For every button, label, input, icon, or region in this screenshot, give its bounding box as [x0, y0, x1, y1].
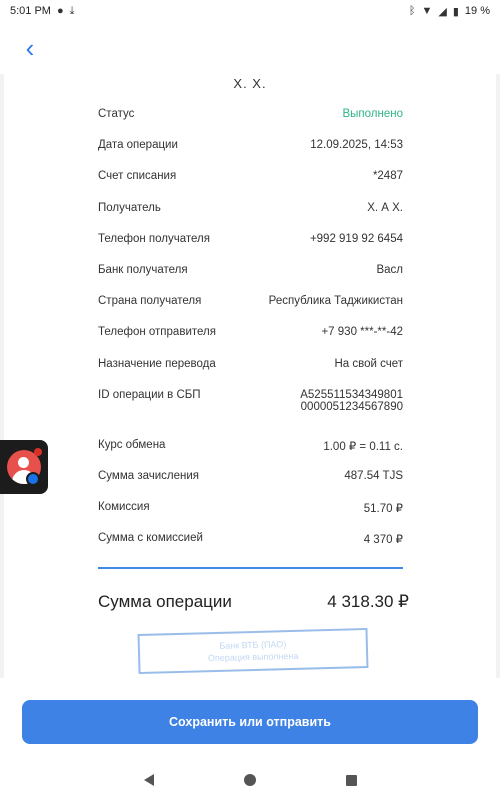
chat-badge-icon — [26, 472, 40, 486]
detail-value: 51.70 ₽ — [363, 503, 403, 516]
detail-label: Получатель — [98, 201, 161, 214]
detail-value: 487.54 TJS — [344, 469, 403, 482]
detail-row-credited-amount: Сумма зачисления 487.54 TJS — [98, 470, 403, 501]
sbp-id-value: A525511534349801 0000051234567890 — [300, 389, 403, 413]
detail-label: Дата операции — [98, 139, 178, 152]
detail-label: Курс обмена — [98, 438, 166, 451]
detail-label: Статус — [98, 108, 135, 120]
person-head-shape — [18, 457, 29, 468]
detail-row-amount-with-fee: Сумма с комиссией 4 370 ₽ — [98, 532, 403, 563]
status-time: 5:01 PM — [10, 5, 51, 17]
nav-recents-icon[interactable] — [345, 774, 357, 786]
status-value: Выполнено — [342, 108, 403, 120]
bluetooth-icon: ᛒ — [408, 5, 416, 17]
nav-back-icon[interactable] — [143, 774, 154, 786]
sender-name: Х. Х. — [233, 76, 267, 91]
detail-row-sender-phone: Телефон отправителя +7 930 ***-**-42 — [98, 326, 403, 357]
total-amount: 4 318.30 ₽ — [327, 592, 409, 611]
notification-dot-icon — [34, 448, 42, 456]
detail-row-date: Дата операции 12.09.2025, 14:53 — [98, 139, 403, 170]
save-or-send-button[interactable]: Сохранить или отправить — [22, 700, 478, 744]
download-icon: ⤓ — [69, 4, 75, 17]
detail-row-status: Статус Выполнено — [98, 108, 403, 139]
detail-value: На свой счет — [334, 357, 403, 370]
detail-value: *2487 — [372, 170, 403, 183]
battery-level: 19 % — [464, 5, 490, 17]
status-left: 5:01 PM ● ⤓ — [10, 5, 75, 18]
wifi-icon: ▼ — [421, 5, 433, 17]
detail-row-recipient-country: Страна получателя Республика Таджикистан — [98, 295, 403, 326]
receipt-details: Статус Выполнено Дата операции 12.09.202… — [98, 108, 403, 563]
detail-label: ID операции в СБП — [98, 388, 201, 401]
system-navigation-bar — [0, 760, 500, 800]
signal-icon: ◢ — [438, 5, 447, 18]
detail-label: Комиссия — [98, 501, 150, 514]
total-separator — [98, 567, 403, 569]
status-bar: 5:01 PM ● ⤓ ᛒ ▼ ◢ ▮ 19 % — [0, 0, 500, 22]
detail-row-account: Счет списания *2487 — [98, 170, 403, 201]
detail-label: Сумма с комиссией — [98, 532, 203, 545]
detail-label: Страна получателя — [98, 295, 202, 308]
detail-row-exchange-rate: Курс обмена 1.00 ₽ = 0.11 с. — [98, 439, 403, 470]
detail-label: Счет списания — [98, 170, 177, 183]
detail-value: +992 919 92 6454 — [309, 232, 403, 245]
sbp-id-line-2: 0000051234567890 — [300, 400, 403, 413]
top-app-bar: ‹ — [0, 22, 500, 74]
detail-row-sbp-id: ID операции в СБП A525511534349801 00000… — [98, 389, 403, 439]
nav-home-icon[interactable] — [243, 774, 256, 786]
detail-row-fee: Комиссия 51.70 ₽ — [98, 501, 403, 532]
detail-value: Х. А Х. — [367, 201, 403, 214]
detail-label: Телефон получателя — [98, 232, 210, 245]
detail-value: 4 370 ₽ — [363, 534, 403, 547]
total-label: Сумма операции — [98, 592, 232, 611]
detail-value: 12.09.2025, 14:53 — [310, 139, 403, 152]
detail-label: Телефон отправителя — [98, 326, 216, 339]
status-right: ᛒ ▼ ◢ ▮ 19 % — [409, 5, 490, 18]
bank-stamp: Банк ВТБ (ПАО) Операция выполнена — [137, 627, 369, 675]
sbp-id-line-1: A525511534349801 — [300, 388, 403, 401]
detail-value: Васл — [376, 263, 403, 276]
detail-row-recipient-phone: Телефон получателя +992 919 92 6454 — [98, 233, 403, 264]
chat-bubble-icon: ● — [56, 5, 64, 17]
chevron-left-icon: ‹ — [25, 33, 35, 63]
receipt-card: Х. Х. Статус Выполнено Дата операции 12.… — [4, 74, 496, 678]
detail-label: Назначение перевода — [98, 357, 216, 370]
stamp-line-2: Операция выполнена — [207, 650, 299, 664]
back-button[interactable]: ‹ — [16, 34, 44, 62]
floating-contacts-app-bubble[interactable] — [0, 440, 48, 494]
detail-value: +7 930 ***-**-42 — [321, 326, 403, 339]
detail-label: Банк получателя — [98, 263, 188, 276]
detail-row-recipient: Получатель Х. А Х. — [98, 202, 403, 233]
detail-row-recipient-bank: Банк получателя Васл — [98, 264, 403, 295]
detail-label: Сумма зачисления — [98, 469, 200, 482]
bottom-action-area: Сохранить или отправить — [0, 678, 500, 760]
operation-total: Сумма операции 4 318.30 ₽ — [98, 592, 409, 612]
detail-value: 1.00 ₽ = 0.11 с. — [323, 440, 403, 453]
detail-value: Республика Таджикистан — [268, 295, 403, 308]
detail-row-purpose: Назначение перевода На свой счет — [98, 358, 403, 389]
battery-icon: ▮ — [452, 5, 459, 18]
